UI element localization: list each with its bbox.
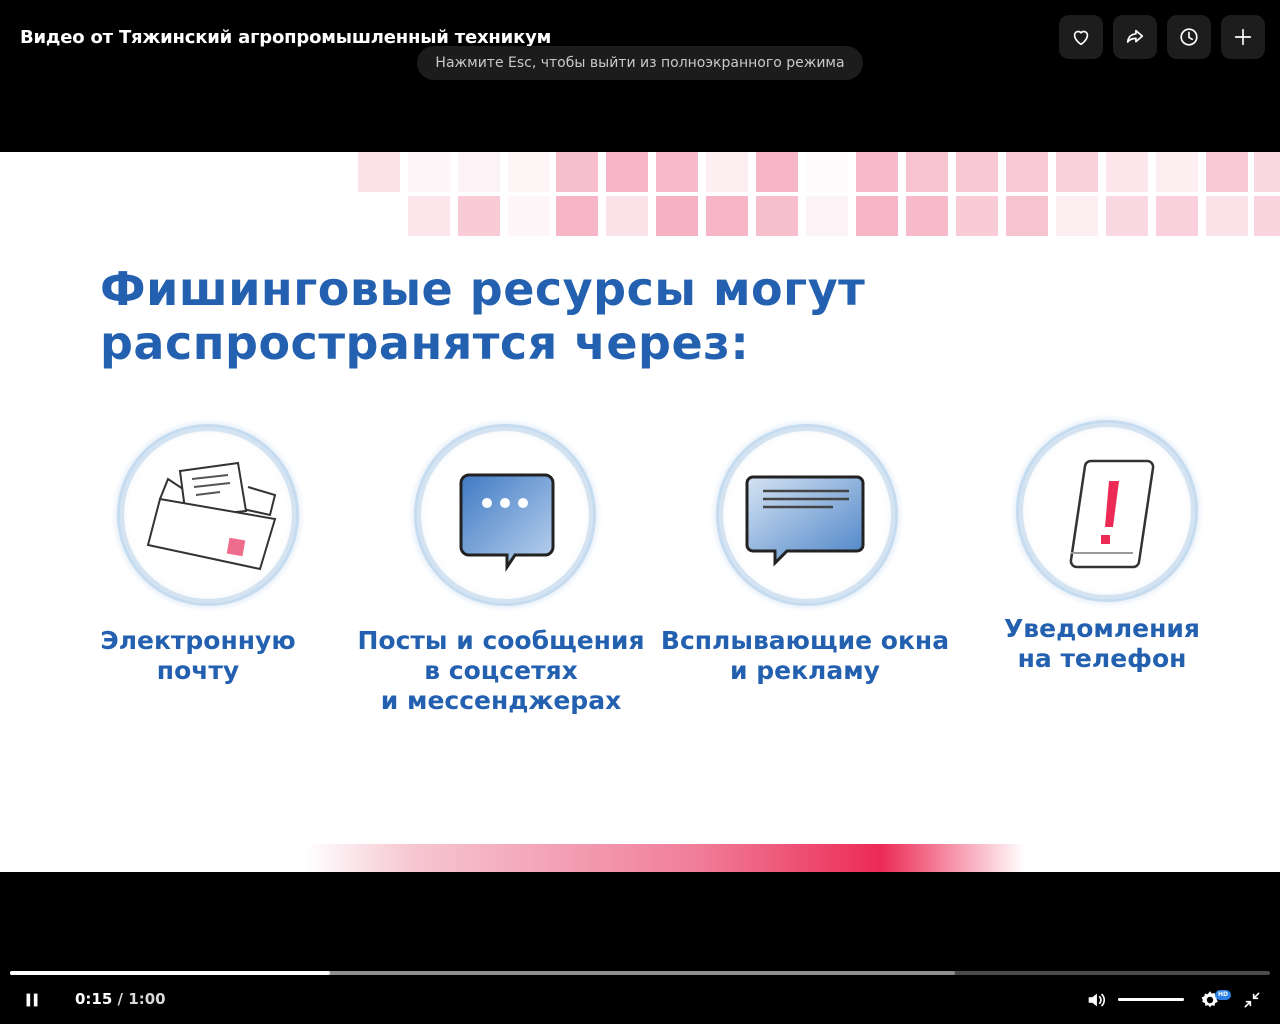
decorative-tile <box>806 196 848 236</box>
slide-heading-line-1: Фишинговые ресурсы могут <box>100 262 866 316</box>
caption-line: почту <box>156 656 240 685</box>
email-circle <box>117 424 299 606</box>
caption-line: Всплывающие окна <box>660 626 950 655</box>
slide-heading-line-2: распространятся через: <box>100 316 750 370</box>
decorative-tile <box>856 152 898 192</box>
email-caption: Электронную почту <box>88 626 308 686</box>
pink-accent-band <box>305 844 1025 872</box>
video-title: Видео от Тяжинский агропромышленный техн… <box>20 27 552 48</box>
decorative-tile <box>1106 152 1148 192</box>
decorative-tile <box>756 196 798 236</box>
share-button[interactable] <box>1113 15 1157 59</box>
decorative-tile <box>1206 196 1248 236</box>
decorative-tile <box>756 152 798 192</box>
caption-line: Электронную <box>100 626 296 655</box>
decorative-tile <box>458 196 500 236</box>
watch-later-button[interactable] <box>1167 15 1211 59</box>
exit-fullscreen-icon <box>1244 992 1260 1008</box>
decorative-tile <box>656 152 698 192</box>
decorative-tile <box>956 152 998 192</box>
social-circle <box>414 424 596 606</box>
time-display: 0:15 / 1:00 <box>75 990 166 1008</box>
volume-level <box>1118 998 1184 1001</box>
caption-line: в соцсетях <box>424 656 578 685</box>
popup-caption: Всплывающие окна и рекламу <box>660 626 950 686</box>
current-time: 0:15 <box>75 990 113 1008</box>
decorative-tile <box>656 196 698 236</box>
caption-line: Уведомления <box>1004 614 1200 643</box>
clock-icon <box>1180 28 1198 46</box>
pause-icon <box>26 993 38 1007</box>
plus-icon <box>1234 28 1252 46</box>
decorative-tile <box>458 152 500 192</box>
pause-button[interactable] <box>20 988 44 1012</box>
decorative-tile <box>556 152 598 192</box>
video-frame[interactable]: Фишинговые ресурсы могут распространятся… <box>0 152 1280 872</box>
decorative-tile <box>956 196 998 236</box>
volume-button[interactable] <box>1084 988 1108 1012</box>
phone-caption: Уведомления на телефон <box>990 614 1214 674</box>
exit-fullscreen-button[interactable] <box>1240 988 1264 1012</box>
decorative-tile <box>1106 196 1148 236</box>
decorative-tile <box>556 196 598 236</box>
speaker-icon <box>1088 993 1106 1007</box>
slide-heading: Фишинговые ресурсы могут распространятся… <box>100 262 1000 370</box>
decorative-tile <box>408 152 450 192</box>
decorative-tile <box>1156 196 1198 236</box>
share-arrow-icon <box>1126 29 1144 43</box>
caption-line: на телефон <box>1017 644 1187 673</box>
caption-line: и рекламу <box>730 656 880 685</box>
caption-line: Посты и сообщения <box>357 626 645 655</box>
caption-line: и мессенджерах <box>380 686 622 715</box>
decorative-tile <box>856 196 898 236</box>
hd-badge: HD <box>1215 990 1231 1000</box>
decorative-tile <box>1156 152 1198 192</box>
progress-bar[interactable] <box>10 971 1270 975</box>
decorative-tile <box>806 152 848 192</box>
decorative-tile <box>1254 196 1280 236</box>
fullscreen-exit-hint: Нажмите Esc, чтобы выйти из полноэкранно… <box>417 46 863 80</box>
decorative-tile <box>606 152 648 192</box>
heart-icon <box>1073 30 1089 46</box>
envelope-icon <box>146 461 277 571</box>
add-button[interactable] <box>1221 15 1265 59</box>
top-bar: Видео от Тяжинский агропромышленный техн… <box>0 0 1280 152</box>
chat-bubble-icon <box>459 473 555 572</box>
phone-circle <box>1016 420 1198 602</box>
decorative-tile <box>1056 196 1098 236</box>
decorative-tile <box>1206 152 1248 192</box>
decorative-tile <box>508 152 550 192</box>
time-separator: / <box>117 990 124 1008</box>
player-controls: 0:15 / 1:00 HD <box>0 872 1280 1024</box>
decorative-tile <box>706 152 748 192</box>
decorative-tile <box>706 196 748 236</box>
social-caption: Посты и сообщения в соцсетях и мессендже… <box>355 626 647 716</box>
decorative-tile <box>1006 196 1048 236</box>
duration: 1:00 <box>128 990 166 1008</box>
phone-alert-icon <box>1069 459 1155 569</box>
decorative-tile <box>1056 152 1098 192</box>
decorative-tile <box>906 196 948 236</box>
decorative-tile <box>906 152 948 192</box>
decorative-tile <box>606 196 648 236</box>
decorative-tile <box>1254 152 1280 192</box>
popup-circle <box>716 424 898 606</box>
decorative-tile <box>1006 152 1048 192</box>
progress-played <box>10 971 331 975</box>
popup-window-icon <box>745 475 865 567</box>
decorative-tile <box>408 196 450 236</box>
decorative-tile <box>358 152 400 192</box>
volume-slider[interactable] <box>1118 998 1184 1001</box>
decorative-tile <box>508 196 550 236</box>
like-button[interactable] <box>1059 15 1103 59</box>
